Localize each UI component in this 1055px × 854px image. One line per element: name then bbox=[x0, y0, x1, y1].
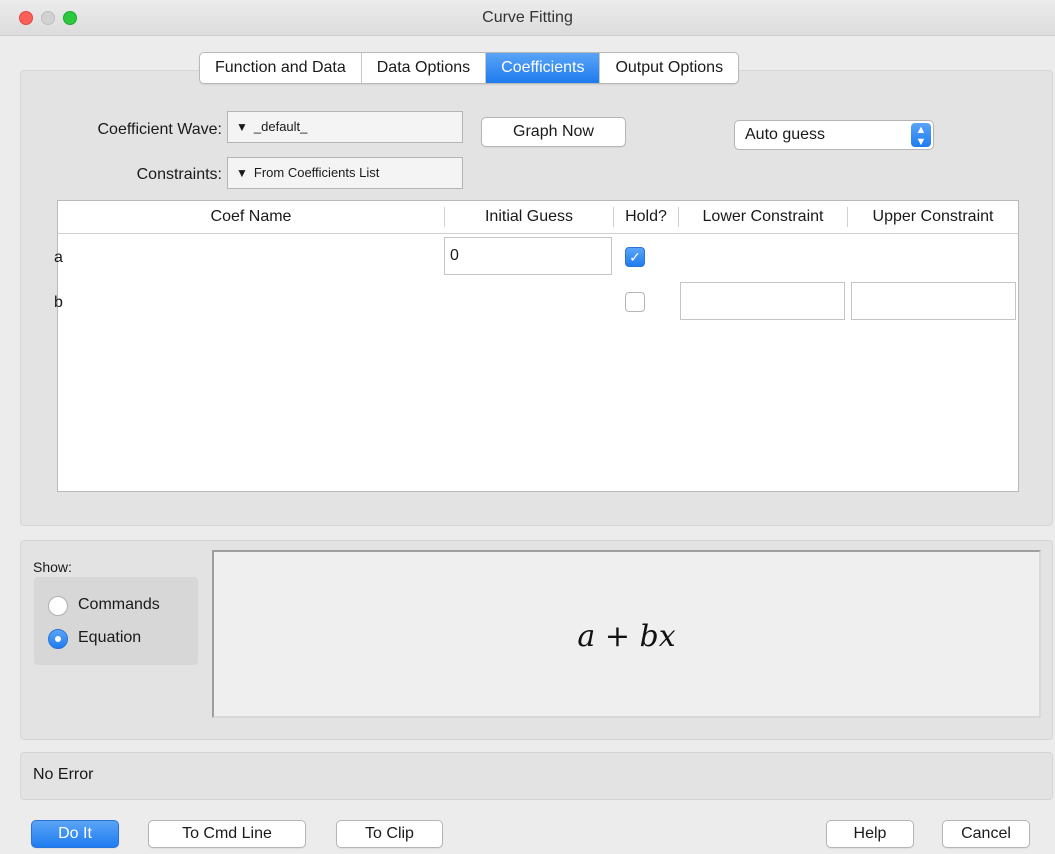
tab-data-options[interactable]: Data Options bbox=[362, 53, 487, 83]
show-options-group: Commands Equation bbox=[34, 577, 198, 665]
coefficient-wave-label: Coefficient Wave: bbox=[97, 121, 223, 138]
table-header: Coef Name Initial Guess Hold? Lower Cons… bbox=[58, 201, 1018, 234]
status-text: No Error bbox=[33, 766, 94, 783]
tab-function-and-data[interactable]: Function and Data bbox=[200, 53, 362, 83]
equation-radio[interactable] bbox=[48, 629, 68, 649]
lower-constraint-input-b[interactable] bbox=[680, 282, 845, 320]
upper-constraint-input-b[interactable] bbox=[851, 282, 1016, 320]
coefficient-wave-value: _default_ bbox=[253, 119, 308, 134]
coefficient-wave-popup[interactable]: ▼ _default_ bbox=[227, 111, 463, 143]
equation-display: a + bx bbox=[212, 550, 1041, 718]
do-it-button[interactable]: Do It bbox=[31, 820, 119, 848]
equation-text: a + bx bbox=[577, 619, 676, 654]
cancel-button[interactable]: Cancel bbox=[942, 820, 1030, 848]
initial-guess-input-a[interactable]: 0 bbox=[444, 237, 612, 275]
constraints-popup[interactable]: ▼ From Coefficients List bbox=[227, 157, 463, 189]
equation-radio-label[interactable]: Equation bbox=[78, 629, 141, 647]
chevron-updown-icon: ▲ ▼ bbox=[911, 123, 931, 148]
title-bar: Curve Fitting bbox=[0, 0, 1055, 36]
tab-bar: Function and Data Data Options Coefficie… bbox=[199, 52, 740, 84]
hold-checkbox-a[interactable]: ✓ bbox=[625, 247, 645, 267]
coef-name-a: a bbox=[54, 249, 63, 266]
column-header-coef-name[interactable]: Coef Name bbox=[58, 201, 444, 233]
triangle-down-icon: ▼ bbox=[236, 166, 248, 180]
graph-now-button[interactable]: Graph Now bbox=[481, 117, 626, 147]
tab-output-options[interactable]: Output Options bbox=[600, 53, 738, 83]
triangle-down-icon: ▼ bbox=[236, 120, 248, 134]
column-header-hold[interactable]: Hold? bbox=[614, 201, 678, 233]
column-header-lower-constraint[interactable]: Lower Constraint bbox=[679, 201, 847, 233]
help-button[interactable]: Help bbox=[826, 820, 914, 848]
checkmark-icon: ✓ bbox=[629, 249, 641, 265]
guess-select[interactable]: Auto guess ▲ ▼ bbox=[734, 120, 934, 150]
to-cmd-line-button[interactable]: To Cmd Line bbox=[148, 820, 306, 848]
coef-name-b: b bbox=[54, 294, 63, 311]
tab-coefficients[interactable]: Coefficients bbox=[486, 53, 601, 83]
coefficients-table: Coef Name Initial Guess Hold? Lower Cons… bbox=[54, 200, 1019, 492]
to-clip-button[interactable]: To Clip bbox=[336, 820, 443, 848]
commands-radio[interactable] bbox=[48, 596, 68, 616]
hold-checkbox-b[interactable] bbox=[625, 292, 645, 312]
status-panel bbox=[20, 752, 1053, 800]
show-label: Show: bbox=[33, 559, 72, 575]
constraints-value: From Coefficients List bbox=[253, 165, 380, 180]
column-header-upper-constraint[interactable]: Upper Constraint bbox=[848, 201, 1018, 233]
guess-select-value: Auto guess bbox=[745, 126, 826, 143]
column-header-initial-guess[interactable]: Initial Guess bbox=[445, 201, 613, 233]
commands-radio-label[interactable]: Commands bbox=[78, 596, 160, 614]
window-title: Curve Fitting bbox=[482, 9, 573, 26]
constraints-label: Constraints: bbox=[136, 166, 222, 183]
